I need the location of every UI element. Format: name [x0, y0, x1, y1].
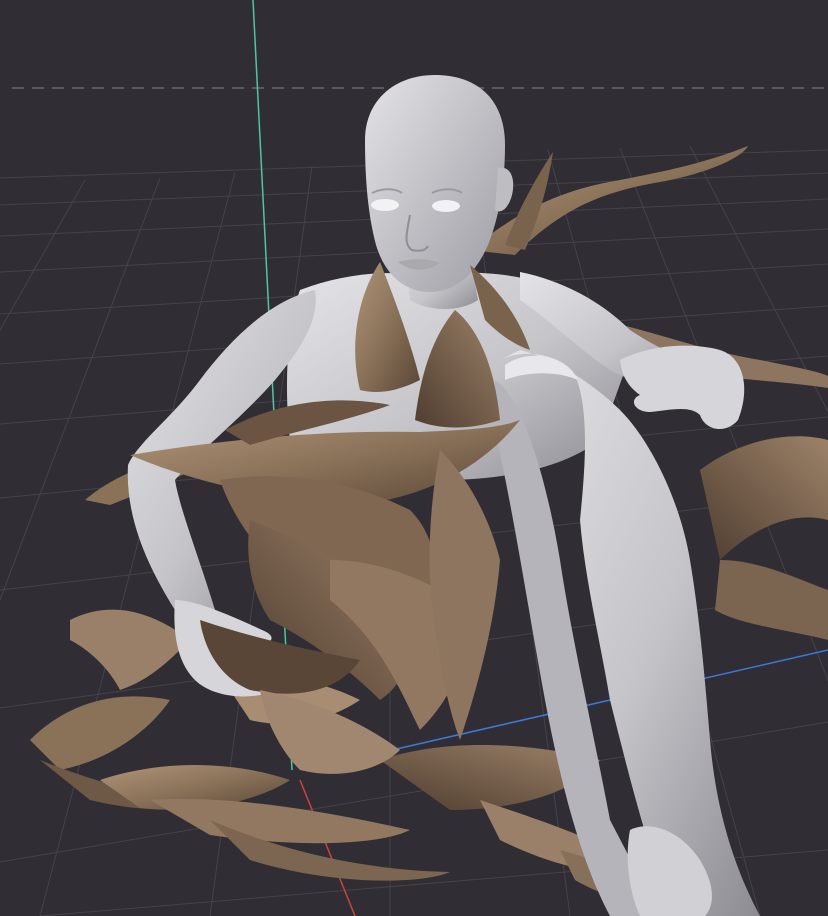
right-eye [432, 200, 460, 212]
left-eye [371, 199, 399, 211]
viewport-canvas[interactable] [0, 0, 828, 916]
3d-viewport[interactable] [0, 0, 828, 916]
